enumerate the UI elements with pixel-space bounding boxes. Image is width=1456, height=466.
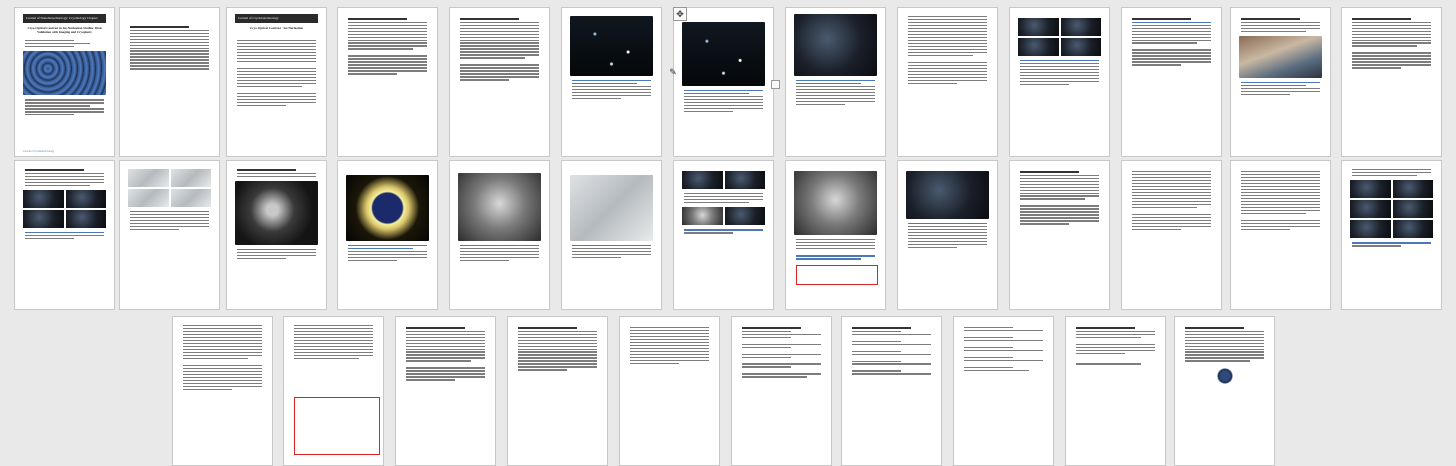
page-13[interactable]	[1341, 7, 1442, 157]
page-12[interactable]	[1230, 7, 1331, 157]
figure-image	[235, 180, 318, 245]
page-6[interactable]	[561, 7, 662, 157]
figure-image	[570, 16, 653, 76]
page-18[interactable]	[449, 160, 550, 310]
page-34[interactable]	[953, 316, 1054, 466]
page-5[interactable]	[449, 7, 550, 157]
figure-image	[1239, 35, 1322, 78]
page-24[interactable]	[1121, 160, 1222, 310]
figure-image	[346, 175, 429, 241]
figure-image	[906, 171, 989, 219]
page-footer: Journal of Cryobiotechnology	[23, 150, 54, 153]
page-17[interactable]	[337, 160, 438, 310]
page-27[interactable]	[172, 316, 273, 466]
page-35[interactable]	[1065, 316, 1166, 466]
page-15[interactable]	[119, 160, 220, 310]
page-32[interactable]	[731, 316, 832, 466]
pen-icon[interactable]: ✎	[666, 66, 680, 80]
page-23[interactable]	[1009, 160, 1110, 310]
journal-banner: Journal of Nanobiotechnology: Cryobiolog…	[23, 14, 106, 23]
page-29[interactable]	[395, 316, 496, 466]
page-row-1: Journal of Nanobiotechnology: Cryobiolog…	[0, 7, 1456, 157]
page-11[interactable]	[1121, 7, 1222, 157]
page-row-3	[0, 316, 1456, 466]
page-row-2	[0, 160, 1456, 310]
page-22[interactable]	[897, 160, 998, 310]
page-33[interactable]	[841, 316, 942, 466]
figure-image	[682, 22, 765, 86]
page-4[interactable]	[337, 7, 438, 157]
resize-handle[interactable]	[771, 80, 780, 89]
highlight-box[interactable]	[796, 265, 878, 285]
page-8[interactable]	[785, 7, 886, 157]
page-26[interactable]	[1341, 160, 1442, 310]
page-9[interactable]	[897, 7, 998, 157]
figure-image	[458, 173, 541, 241]
page-16[interactable]	[226, 160, 327, 310]
page-28[interactable]	[283, 316, 384, 466]
page-7[interactable]	[673, 7, 774, 157]
page-25[interactable]	[1230, 160, 1331, 310]
cover-image	[23, 51, 106, 96]
page-14[interactable]	[14, 160, 115, 310]
move-arrows-icon[interactable]: ✥	[673, 7, 687, 21]
figure-image	[794, 14, 877, 76]
page-21[interactable]	[785, 160, 886, 310]
page-36[interactable]	[1174, 316, 1275, 466]
page-30[interactable]	[507, 316, 608, 466]
page-31[interactable]	[619, 316, 720, 466]
highlight-box[interactable]	[294, 397, 380, 455]
page-20[interactable]	[673, 160, 774, 310]
figure-grid	[1018, 18, 1101, 56]
figure-image	[794, 171, 877, 235]
page-1[interactable]: Journal of Nanobiotechnology: Cryobiolog…	[14, 7, 115, 157]
page-2[interactable]	[119, 7, 220, 157]
page-10[interactable]	[1009, 7, 1110, 157]
institution-seal-icon	[1216, 367, 1233, 384]
page-19[interactable]	[561, 160, 662, 310]
page-3[interactable]: Journal of Cryobiotechnology Cryo-Optica…	[226, 7, 327, 157]
article-title: Cryo-Optical Contrast in Ice-Nucleation …	[27, 26, 102, 34]
figure-image	[570, 175, 653, 241]
